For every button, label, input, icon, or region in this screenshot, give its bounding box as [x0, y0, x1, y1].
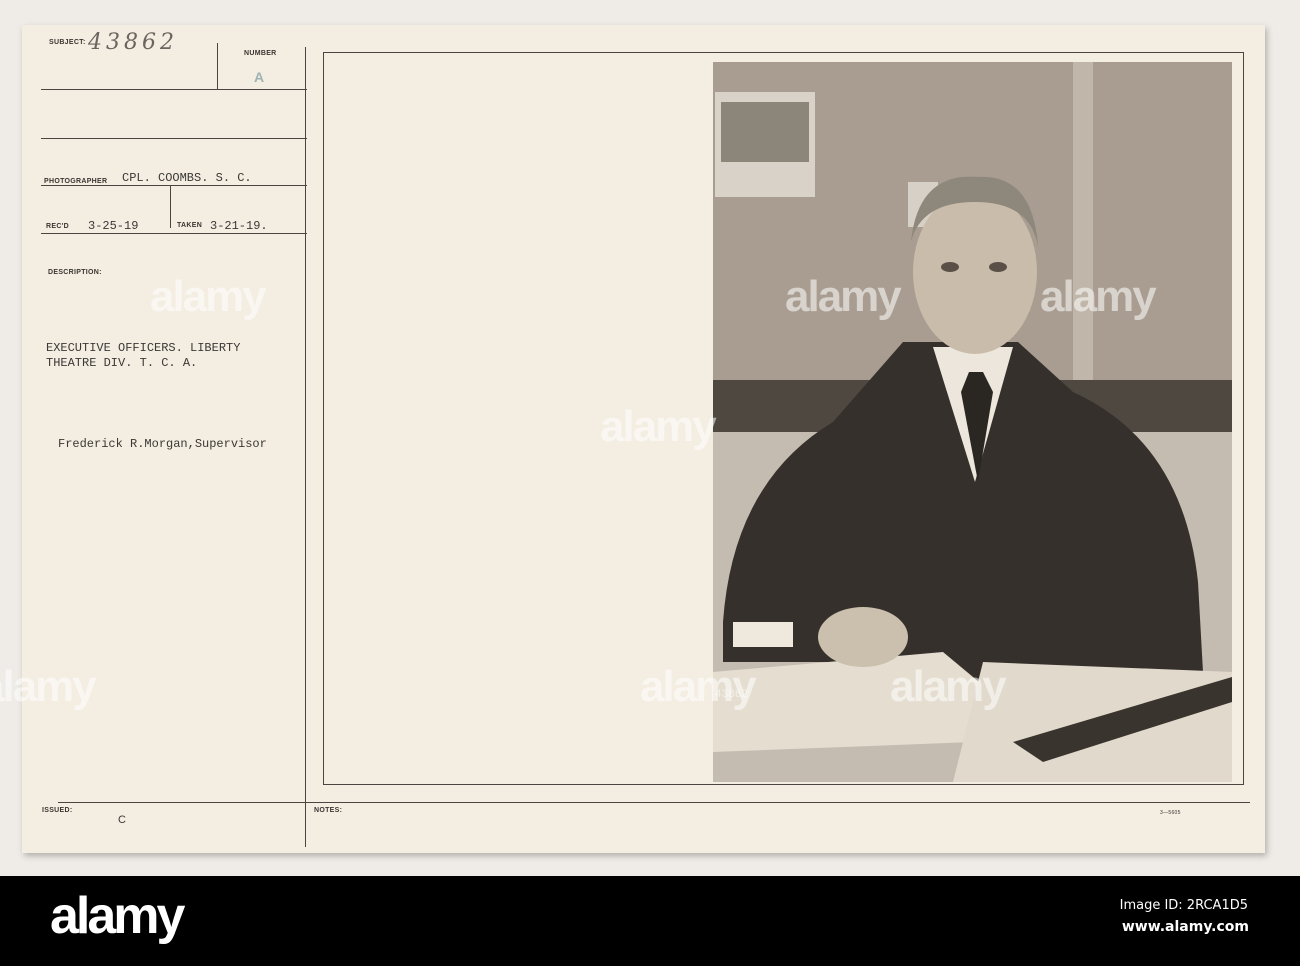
subject-number: 43862 [88, 30, 178, 55]
person-caption: Frederick R.Morgan,Supervisor [58, 437, 267, 451]
recd-value: 3-25-19 [88, 219, 139, 233]
divider [41, 89, 307, 90]
form-number: 3—5605 [1160, 810, 1181, 816]
watermark: alamy [785, 272, 902, 321]
alamy-logo: alamy [50, 887, 185, 945]
divider [41, 138, 307, 139]
watermark-footer: alamy Image ID: 2RCA1D5 www.alamy.com [0, 876, 1300, 966]
divider [41, 185, 307, 186]
description-label: DESCRIPTION: [48, 269, 102, 276]
divider [217, 43, 218, 89]
recd-label: REC'D [46, 223, 69, 230]
number-label: NUMBER [244, 50, 277, 57]
divider [170, 185, 171, 228]
photographer-label: PHOTOGRAPHER [44, 178, 108, 185]
issued-value: C [118, 814, 126, 826]
divider [41, 233, 307, 234]
taken-label: TAKEN [177, 222, 203, 229]
notes-label: NOTES: [314, 807, 343, 814]
watermark: alamy [600, 402, 717, 451]
site-url: www.alamy.com [1121, 919, 1249, 935]
image-id: Image ID: 2RCA1D5 [1119, 898, 1248, 913]
description-line-1: EXECUTIVE OFFICERS. LIBERTY [46, 341, 241, 355]
photographer-value: CPL. COOMBS. S. C. [122, 171, 252, 185]
watermark: alamy [890, 662, 1007, 711]
divider [58, 802, 1250, 803]
issued-label: ISSUED: [42, 807, 73, 814]
taken-value: 3-21-19. [210, 219, 268, 233]
watermark: alamy [150, 272, 267, 321]
column-divider [305, 47, 306, 847]
watermark: alamy [0, 662, 97, 711]
watermark: alamy [640, 662, 757, 711]
number-value: A [254, 69, 265, 85]
subject-label: SUBJECT: [49, 39, 86, 46]
description-line-2: THEATRE DIV. T. C. A. [46, 356, 198, 370]
watermark: alamy [1040, 272, 1157, 321]
